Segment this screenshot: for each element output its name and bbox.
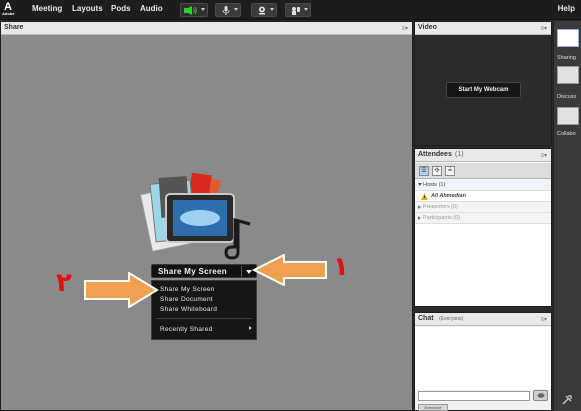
group-participants[interactable]: Participants (0) [415,213,551,224]
attendees-pod-title: Attendees [418,151,452,158]
chat-pod-header: Chat (Everyone) ≡▾ [415,313,551,326]
menu-help[interactable]: Help [558,4,575,13]
sort-icon[interactable]: ≟ [445,166,455,176]
annotation-arrow-left-icon [252,254,327,286]
speaker-icon [184,6,197,15]
layout-discussion-label: Discuss [557,94,577,100]
menu-bar: A Adobe Meeting Layouts Pods Audio Help [0,0,581,20]
group-view-icon[interactable]: ✣ [432,166,442,176]
menu-item-share-my-screen[interactable]: Share My Screen [160,286,215,293]
webcam-button[interactable] [251,3,277,17]
chat-pod-title: Chat [418,315,434,322]
share-media-illustration-icon [139,172,251,260]
speaker-button[interactable] [180,3,208,17]
annotation-number-2: ٢ [56,268,72,298]
layout-sharing-thumbnail[interactable] [557,29,579,47]
send-message-button[interactable] [533,390,548,401]
group-presenters[interactable]: Presenters (0) [415,202,551,213]
layout-collaboration-label: Collabo [557,131,576,137]
speech-bubble-icon [537,393,545,398]
host-warning-icon [421,193,428,200]
tools-icon[interactable] [562,395,572,405]
attendees-toolbar: ☰ ✣ ≟ [415,163,551,179]
annotation-arrow-right-icon [84,272,159,308]
raise-hand-icon [292,7,300,15]
share-pod-title: Share [4,24,24,31]
pod-options-icon[interactable]: ≡▾ [401,25,408,32]
layout-collaboration-thumbnail[interactable] [557,107,579,125]
menu-meeting[interactable]: Meeting [32,4,62,13]
webcam-icon [259,6,265,15]
chat-audience: (Everyone) [439,316,464,322]
layout-discussion-thumbnail[interactable] [557,66,579,84]
chat-messages [415,327,551,389]
microphone-icon [222,6,230,15]
chat-tab-everyone[interactable]: Everyone [418,404,448,411]
host-name: Ali Ahmedian [431,193,466,199]
start-webcam-button[interactable]: Start My Webcam [446,82,521,98]
pod-options-icon[interactable]: ≡▾ [540,25,547,32]
attendee-count: (1) [455,151,464,158]
chat-input[interactable] [418,391,530,401]
attendee-row[interactable]: Ali Ahmedian [415,191,551,202]
annotation-number-1: ١ [333,252,349,282]
adobe-logo-icon: A Adobe [2,1,15,17]
menu-item-recently-shared[interactable]: Recently Shared [160,326,213,333]
share-button-label: Share My Screen [158,267,227,276]
menu-item-share-whiteboard[interactable]: Share Whiteboard [160,306,217,313]
menu-layouts[interactable]: Layouts [72,4,103,13]
menu-item-share-document[interactable]: Share Document [160,296,213,303]
attendee-list: Hosts (1) Ali Ahmedian Presenters (0) Pa… [415,180,551,306]
video-pod-title: Video [418,24,437,31]
pod-options-icon[interactable]: ≡▾ [540,152,547,159]
layout-sharing-label: Sharing [557,55,576,61]
list-view-icon[interactable]: ☰ [419,166,429,176]
menu-audio[interactable]: Audio [140,4,163,13]
status-button[interactable] [285,3,311,17]
layouts-rail: Sharing Discuss Collabo [553,21,581,411]
video-pod-header: Video ≡▾ [415,22,551,35]
microphone-button[interactable] [215,3,241,17]
chevron-right-icon [249,326,252,330]
share-dropdown-menu: Share My Screen Share Document Share Whi… [151,280,257,340]
menu-pods[interactable]: Pods [111,4,131,13]
group-hosts[interactable]: Hosts (1) [415,180,551,191]
pod-options-icon[interactable]: ≡▾ [540,316,547,323]
app-window: A Adobe Meeting Layouts Pods Audio Help … [0,0,581,411]
share-my-screen-button[interactable]: Share My Screen [151,264,257,278]
attendees-pod-header: Attendees (1) ≡▾ [415,149,551,162]
share-pod-header: Share ≡▾ [1,22,412,35]
